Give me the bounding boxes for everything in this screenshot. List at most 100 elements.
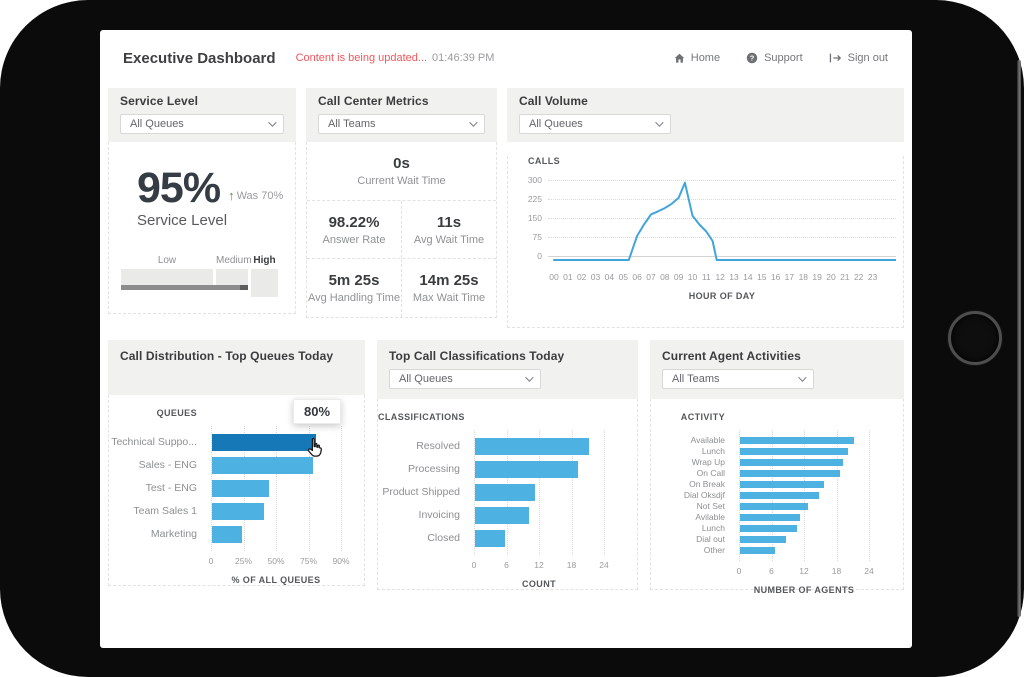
top-row: Service Level All Queues 95% ↑ Was 70% (108, 88, 904, 328)
bar-plot-area (474, 430, 604, 555)
bar[interactable] (212, 503, 264, 520)
support-icon: ? (746, 52, 758, 64)
agent-activities-bar-chart[interactable]: ACTIVITYAvailableLunchWrap UpOn CallOn B… (650, 399, 904, 590)
bar[interactable] (740, 470, 840, 477)
home-icon (674, 53, 685, 64)
bar[interactable] (740, 503, 808, 510)
panel-agent-activities-header: Current Agent Activities All Teams (650, 340, 904, 399)
tablet-frame: Executive Dashboard Content is being upd… (0, 0, 1024, 677)
tablet-home-button[interactable] (948, 311, 1002, 365)
x-tick-label: 05 (616, 272, 630, 282)
bar[interactable] (740, 536, 786, 543)
x-tick-label: 04 (602, 272, 616, 282)
x-tick-label: 25% (235, 556, 252, 566)
bar[interactable] (212, 434, 316, 451)
panel-title: Current Agent Activities (662, 349, 892, 363)
classifications-bar-chart[interactable]: CLASSIFICATIONSResolvedProcessingProduct… (377, 399, 638, 590)
classifications-queue-select[interactable]: All Queues (389, 369, 541, 389)
bar[interactable] (740, 481, 824, 488)
bar[interactable] (740, 448, 848, 455)
x-axis-title: HOUR OF DAY (548, 291, 896, 301)
bar[interactable] (212, 457, 313, 474)
panel-title: Top Call Classifications Today (389, 349, 626, 363)
x-axis-title: COUNT (474, 579, 604, 589)
gauge-segment-high (251, 269, 278, 297)
x-tick-label: 17 (782, 272, 796, 282)
bar[interactable] (212, 480, 269, 497)
x-tick-label: 12 (799, 566, 808, 576)
sign-out-icon (829, 52, 842, 64)
nav-sign-out[interactable]: Sign out (829, 52, 888, 64)
panel-agent-activities: Current Agent Activities All Teams ACTIV… (650, 340, 904, 590)
bar[interactable] (740, 459, 843, 466)
x-tick-label: 6 (769, 566, 774, 576)
chevron-down-icon (525, 373, 533, 381)
y-tick-label: 0 (514, 251, 542, 261)
bar[interactable] (475, 484, 535, 501)
service-level-body: 95% ↑ Was 70% Service Level Low Medium (108, 142, 296, 314)
bar[interactable] (212, 526, 242, 543)
service-level-kpi: 95% ↑ Was 70% Service Level (109, 142, 295, 229)
panel-service-level: Service Level All Queues 95% ↑ Was 70% (108, 88, 296, 314)
nav-support[interactable]: ? Support (746, 52, 803, 64)
bar-plot-area: 80% (211, 426, 341, 551)
x-axis-title: NUMBER OF AGENTS (739, 585, 869, 595)
metrics-team-select[interactable]: All Teams (318, 114, 485, 134)
tablet-edge-highlight (1017, 60, 1021, 617)
gauge-label-medium: Medium (216, 255, 248, 266)
bar[interactable] (740, 492, 819, 499)
x-tick-label: 16 (769, 272, 783, 282)
x-tick-label: 01 (561, 272, 575, 282)
x-tick-label: 18 (832, 566, 841, 576)
bar[interactable] (475, 438, 589, 455)
x-tick-label: 14 (741, 272, 755, 282)
x-tick-label: 24 (599, 560, 608, 570)
axis-title: ACTIVITY (651, 412, 739, 422)
bar[interactable] (475, 461, 578, 478)
x-tick-label: 13 (727, 272, 741, 282)
x-tick-label: 08 (658, 272, 672, 282)
y-tick-label: 150 (514, 213, 542, 223)
x-tick-label: 22 (852, 272, 866, 282)
x-tick-label: 06 (630, 272, 644, 282)
x-tick-label: 07 (644, 272, 658, 282)
y-tick-label: 75 (514, 232, 542, 242)
gridline (604, 430, 605, 555)
agent-activities-team-select[interactable]: All Teams (662, 369, 814, 389)
panel-classifications-header: Top Call Classifications Today All Queue… (377, 340, 638, 399)
service-level-caption: Service Level (137, 212, 295, 229)
x-tick-label: 02 (575, 272, 589, 282)
bar[interactable] (475, 530, 505, 547)
bar[interactable] (740, 547, 775, 554)
x-tick-label: 0 (209, 556, 214, 566)
bar[interactable] (740, 514, 800, 521)
service-level-queue-select[interactable]: All Queues (120, 114, 284, 134)
bar[interactable] (740, 437, 854, 444)
dashboard-screen: Executive Dashboard Content is being upd… (100, 30, 912, 648)
nav-home[interactable]: Home (674, 52, 720, 64)
gridline (869, 430, 870, 561)
call-volume-queue-select[interactable]: All Queues (519, 114, 671, 134)
x-tick-label: 09 (672, 272, 686, 282)
call-volume-line-chart[interactable]: CALLS30022515075000010203040506070809101… (507, 156, 904, 328)
y-axis-title: CALLS (528, 156, 903, 166)
page-title: Executive Dashboard (123, 50, 276, 67)
header-nav: Home ? Support Sign out (674, 52, 888, 64)
panel-call-center-metrics-header: Call Center Metrics All Teams (306, 88, 497, 142)
bar-tooltip: 80% (293, 399, 341, 424)
axis-title: QUEUES (109, 408, 211, 418)
axis-title: CLASSIFICATIONS (378, 412, 474, 422)
bar-plot-area (739, 430, 869, 561)
call-volume-series (548, 178, 896, 264)
metric-answer-rate: 98.22% Answer Rate (307, 201, 401, 259)
call-distribution-bar-chart[interactable]: QUEUES Technical Suppo...Sales - ENGTest … (108, 395, 365, 586)
bar[interactable] (475, 507, 529, 524)
metric-current-wait-time: 0s Current Wait Time (307, 142, 496, 200)
category-labels: Technical Suppo...Sales - ENGTest - ENGT… (109, 426, 211, 551)
x-tick-label: 12 (534, 560, 543, 570)
bar[interactable] (740, 525, 797, 532)
service-level-value: 95% (137, 168, 220, 208)
arrow-up-icon: ↑ (228, 191, 235, 201)
svg-text:?: ? (750, 54, 755, 63)
panel-title: Service Level (120, 94, 284, 108)
